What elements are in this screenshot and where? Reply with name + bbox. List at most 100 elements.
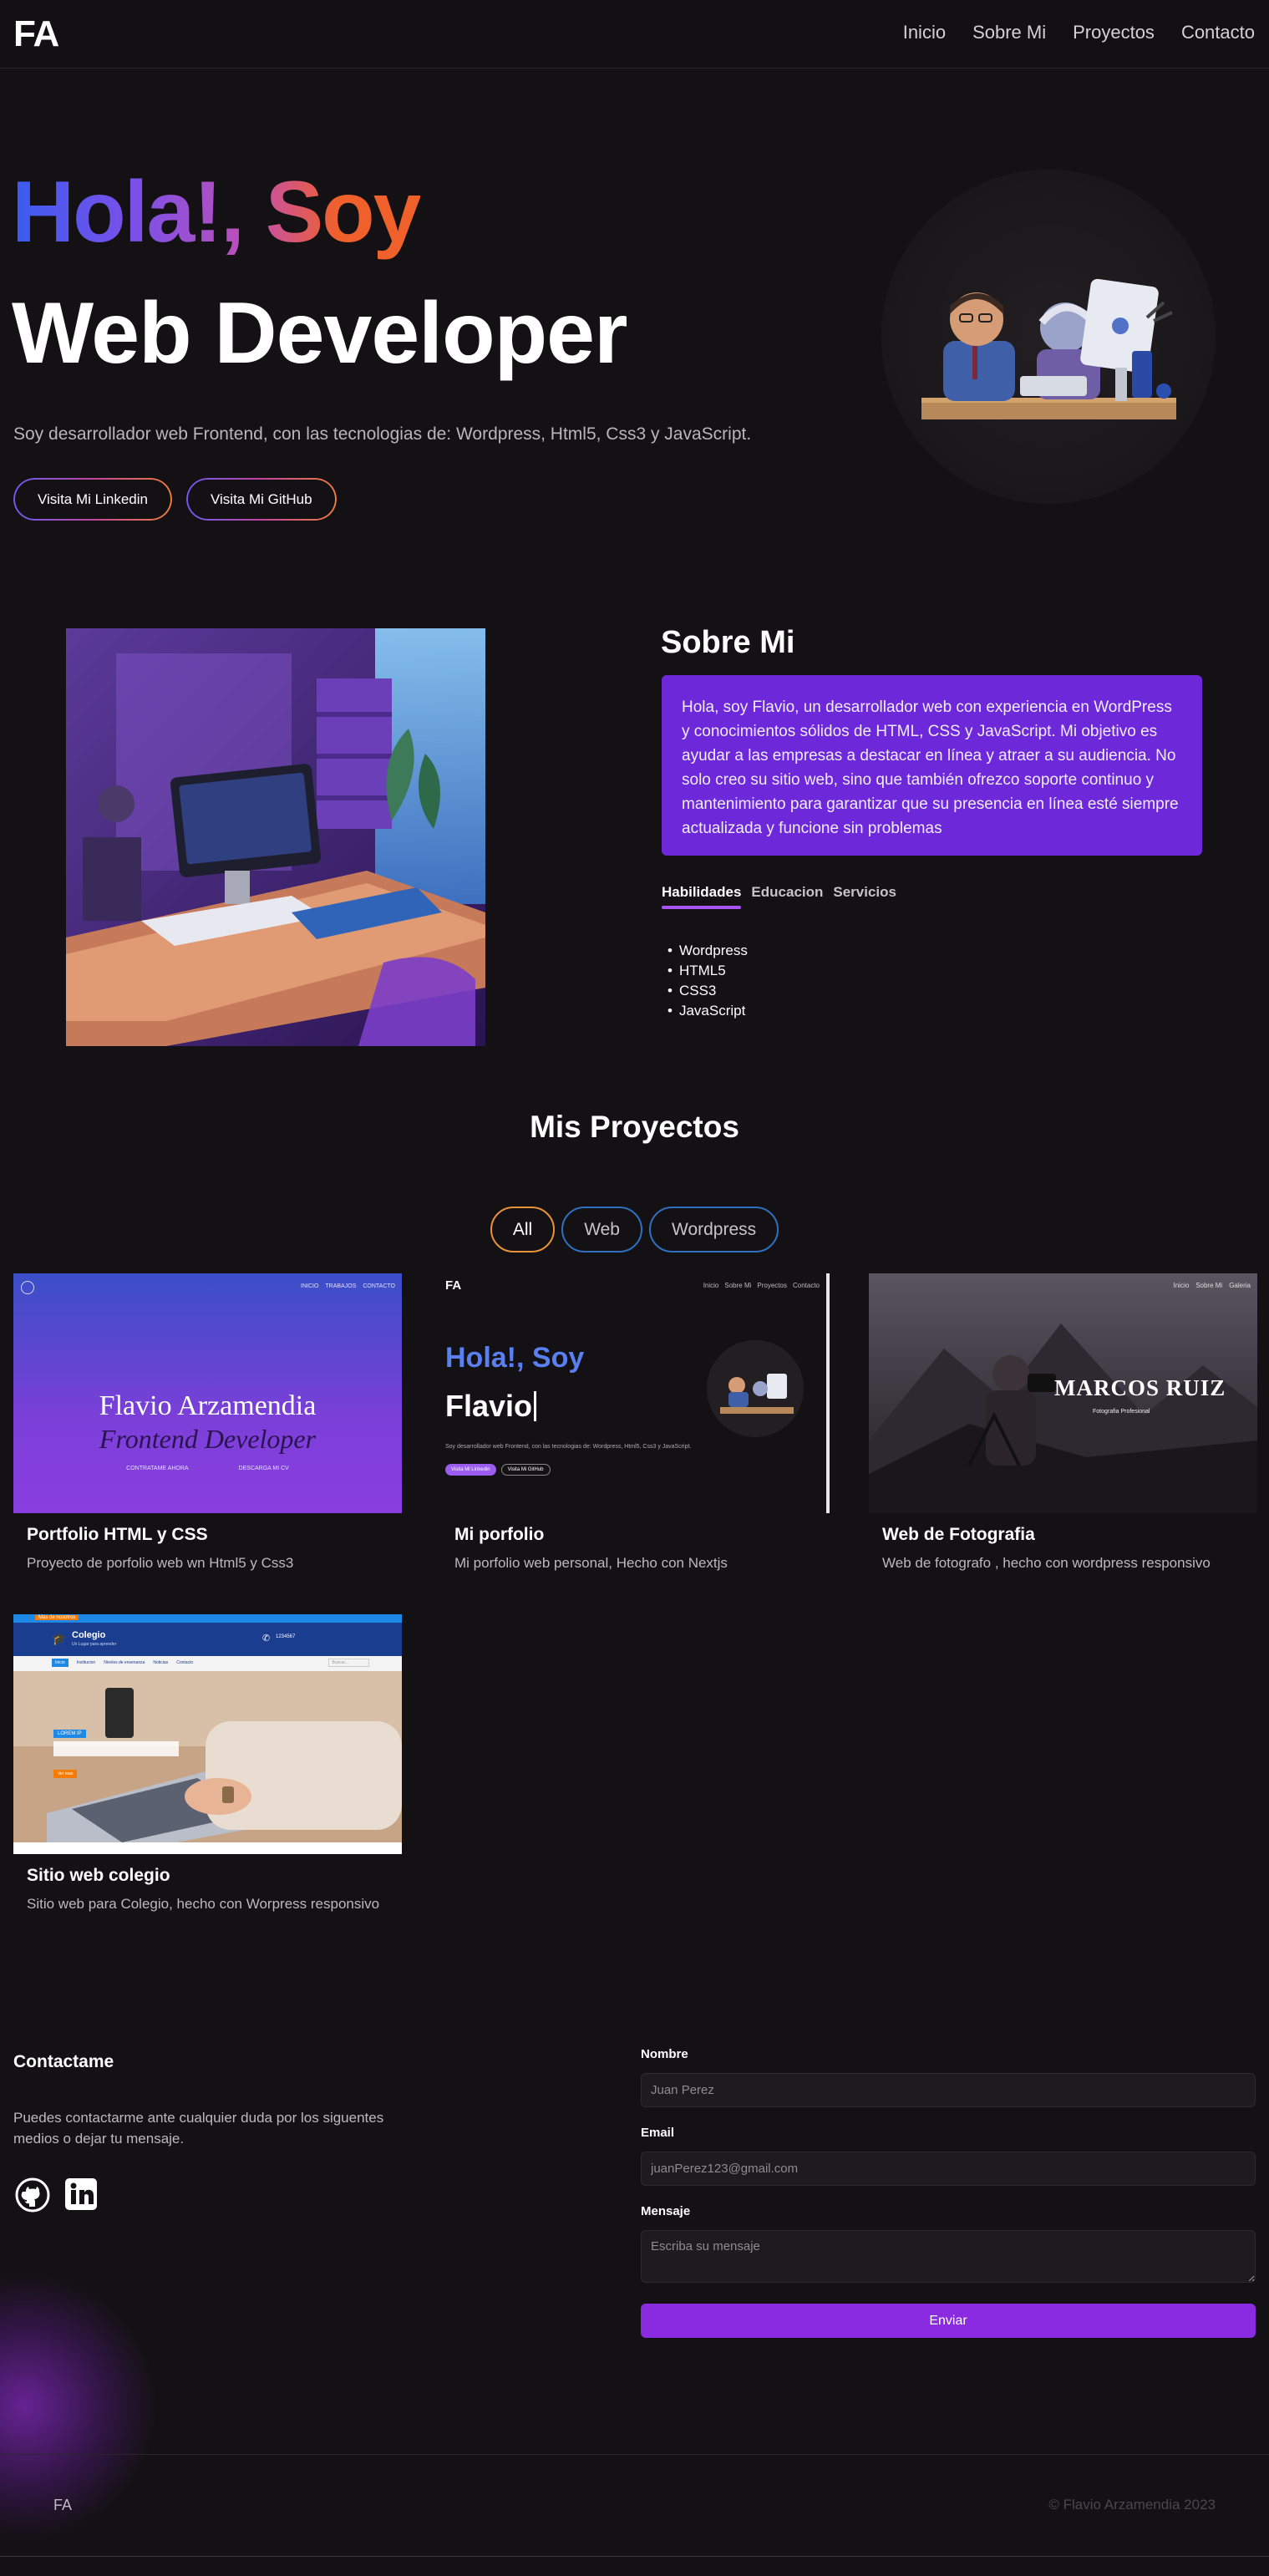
filter-all[interactable]: All [490, 1207, 556, 1252]
logo[interactable]: FA [13, 13, 59, 55]
hero-greeting: Hola!, Soy [12, 164, 422, 261]
thumb-name: Flavio [445, 1389, 533, 1423]
workspace-illustration [66, 628, 485, 1046]
send-button[interactable]: Enviar [641, 2304, 1256, 2338]
project-card[interactable]: Inicio Sobre Mi Galeria MARCOS RUIZ Foto… [869, 1273, 1257, 1572]
projects-title: Mis Proyectos [530, 1110, 739, 1144]
decorative-glow [0, 2273, 159, 2540]
nav-link-contacto[interactable]: Contacto [1181, 22, 1255, 43]
thumb-link: CONTRATAME AHORA [126, 1466, 189, 1471]
thumb-caption-box [53, 1741, 179, 1756]
thumb-phone: 1234567 [276, 1634, 296, 1639]
thumb-logo: FA [445, 1278, 462, 1293]
message-field[interactable] [641, 2230, 1256, 2283]
email-label: Email [641, 2126, 675, 2140]
about-title: Sobre Mi [661, 625, 795, 660]
filter-wordpress[interactable]: Wordpress [649, 1207, 779, 1252]
thumb-nav-item: Proyectos [757, 1282, 787, 1289]
github-icon[interactable] [15, 2177, 50, 2213]
about-text: Hola, soy Flavio, un desarrollador web c… [682, 699, 1179, 837]
skill-item: HTML5 [667, 961, 748, 981]
project-description: Proyecto de porfolio web wn Html5 y Css3 [27, 1555, 294, 1571]
thumb-name: MARCOS RUIZ [1054, 1375, 1226, 1400]
thumb-menu-item: Inicio [52, 1659, 69, 1667]
laptop-hands-photo [13, 1671, 402, 1854]
thumb-header: 🎓 Colegio Un Lugar para aprender ✆ 12345… [13, 1623, 402, 1656]
project-title: Web de Fotografia [882, 1525, 1035, 1544]
thumb-avatar-icon [720, 1374, 794, 1414]
project-card[interactable]: Más de nosotros 🎓 Colegio Un Lugar para … [13, 1614, 402, 1913]
nav-link-sobre-mi[interactable]: Sobre Mi [972, 22, 1046, 43]
project-thumbnail: INICIO TRABAJOS CONTACTO Flavio Arzamend… [13, 1273, 402, 1513]
tab-habilidades[interactable]: Habilidades [662, 884, 742, 909]
footer-copyright: © Flavio Arzamendia 2023 [1048, 2497, 1216, 2512]
developer-illustration [921, 278, 1176, 419]
phone-icon: ✆ [262, 1633, 271, 1644]
thumb-name: Flavio Arzamendia [99, 1390, 317, 1421]
thumb-button: Visita Mi GitHub [500, 1464, 551, 1476]
github-button-label: Visita Mi GitHub [210, 490, 312, 507]
thumb-nav: INICIO TRABAJOS CONTACTO [301, 1283, 395, 1289]
contact-form: Nombre Email Mensaje Enviar [641, 2047, 1256, 2338]
thumb-brand-sub: Un Lugar para aprender [72, 1642, 117, 1647]
nav-link-proyectos[interactable]: Proyectos [1073, 22, 1155, 43]
thumb-logo-icon [21, 1281, 34, 1294]
thumb-button: Visita Mi Linkedin [445, 1464, 496, 1476]
project-card[interactable]: FA Inicio Sobre Mi Proyectos Contacto Ho… [441, 1273, 830, 1572]
thumb-links: CONTRATAME AHORA DESCARGA MI CV [13, 1466, 402, 1471]
contact-description: Puedes contactarme ante cualquier duda p… [13, 2110, 384, 2147]
thumb-brand: Colegio [72, 1630, 106, 1640]
thumb-nav-item: Contacto [792, 1282, 820, 1289]
footer-bottom-divider [0, 2556, 1269, 2557]
linkedin-button[interactable]: Visita Mi Linkedin [13, 478, 172, 521]
thumb-menu-item: Contacto [176, 1660, 194, 1665]
linkedin-icon[interactable] [64, 2177, 98, 2211]
thumb-nav: Inicio Sobre Mi Proyectos Contacto [703, 1282, 820, 1289]
thumb-nav-item: Sobre Mi [724, 1282, 752, 1289]
email-field[interactable] [641, 2152, 1256, 2186]
thumb-subtitle: Fotografia Profesional [1093, 1409, 1150, 1415]
thumb-nav-item: Inicio [703, 1282, 719, 1289]
name-label: Nombre [641, 2047, 688, 2061]
thumb-nav-item: CONTACTO [363, 1283, 395, 1289]
thumb-nav-item: TRABAJOS [325, 1283, 357, 1289]
thumb-nav-item: Sobre Mi [1195, 1282, 1223, 1289]
thumb-cursor [534, 1391, 537, 1421]
thumb-menu-item: Noticias [153, 1660, 169, 1665]
project-description: Web de fotografo , hecho con wordpress r… [882, 1555, 1211, 1571]
cap-icon: 🎓 [52, 1632, 67, 1645]
project-title: Sitio web colegio [27, 1866, 170, 1885]
name-field[interactable] [641, 2073, 1256, 2107]
contact-title: Contactame [13, 2052, 114, 2071]
thumb-nav-item: Galeria [1229, 1282, 1251, 1289]
thumb-button: Ver mas [53, 1770, 78, 1778]
hero-title: Web Developer [12, 285, 627, 382]
project-title: Portfolio HTML y CSS [27, 1525, 208, 1544]
project-thumbnail: Inicio Sobre Mi Galeria MARCOS RUIZ Foto… [869, 1273, 1257, 1513]
github-button[interactable]: Visita Mi GitHub [185, 478, 337, 521]
hero-description: Soy desarrollador web Frontend, con las … [13, 424, 752, 444]
thumb-badge: LOREM IP [53, 1730, 86, 1738]
footer-logo: FA [53, 2497, 73, 2513]
thumb-search: Buscar... [327, 1659, 369, 1667]
project-card[interactable]: INICIO TRABAJOS CONTACTO Flavio Arzamend… [13, 1273, 402, 1572]
footer-divider [0, 2454, 1269, 2455]
project-thumbnail: FA Inicio Sobre Mi Proyectos Contacto Ho… [441, 1273, 830, 1513]
thumb-nav: Inicio Sobre Mi Galeria [1174, 1282, 1251, 1289]
about-text-box: Hola, soy Flavio, un desarrollador web c… [662, 675, 1202, 856]
linkedin-button-label: Visita Mi Linkedin [38, 490, 148, 507]
tab-educacion[interactable]: Educacion [751, 884, 823, 909]
project-description: Mi porfolio web personal, Hecho con Next… [454, 1555, 728, 1571]
thumb-nav-item: Inicio [1173, 1282, 1190, 1289]
thumb-menu-item: Niveles de ensenanza [104, 1660, 145, 1665]
project-description: Sitio web para Colegio, hecho con Worpre… [27, 1896, 380, 1912]
thumb-nav-item: INICIO [301, 1283, 319, 1289]
filter-web[interactable]: Web [561, 1207, 642, 1252]
thumb-link: DESCARGA MI CV [238, 1466, 289, 1471]
skill-item: CSS3 [667, 981, 748, 1001]
thumb-buttons: Visita Mi Linkedin Visita Mi GitHub [445, 1464, 551, 1476]
nav-links: Inicio Sobre Mi Proyectos Contacto [903, 22, 1255, 43]
about-tabs: Habilidades Educacion Servicios [662, 884, 896, 909]
nav-link-inicio[interactable]: Inicio [903, 22, 946, 43]
tab-servicios[interactable]: Servicios [833, 884, 896, 909]
